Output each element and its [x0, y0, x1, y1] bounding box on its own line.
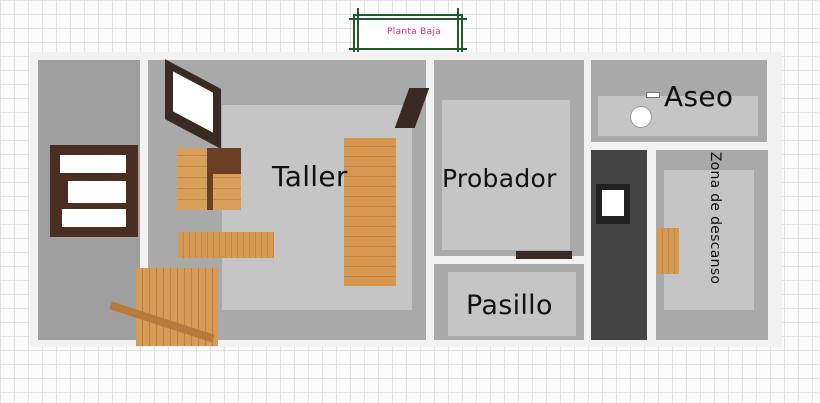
level-title-sign: Planta Baja	[349, 8, 467, 68]
work-bench	[178, 232, 274, 258]
label-probador: Probador	[442, 164, 557, 193]
label-aseo: Aseo	[664, 80, 734, 113]
corridor-window	[596, 184, 630, 224]
dark-corridor	[591, 150, 647, 340]
sink	[646, 92, 660, 98]
label-taller: Taller	[272, 160, 348, 193]
toilet	[630, 106, 652, 128]
level-title: Planta Baja	[387, 27, 442, 37]
window-shelf	[50, 145, 138, 237]
label-zona-descanso: Zona de descanso	[707, 151, 723, 285]
probador-door-marker	[516, 251, 572, 259]
shelving-unit	[177, 148, 241, 210]
cutting-table	[344, 138, 396, 286]
label-pasillo: Pasillo	[466, 290, 553, 321]
rest-bench	[657, 228, 679, 274]
